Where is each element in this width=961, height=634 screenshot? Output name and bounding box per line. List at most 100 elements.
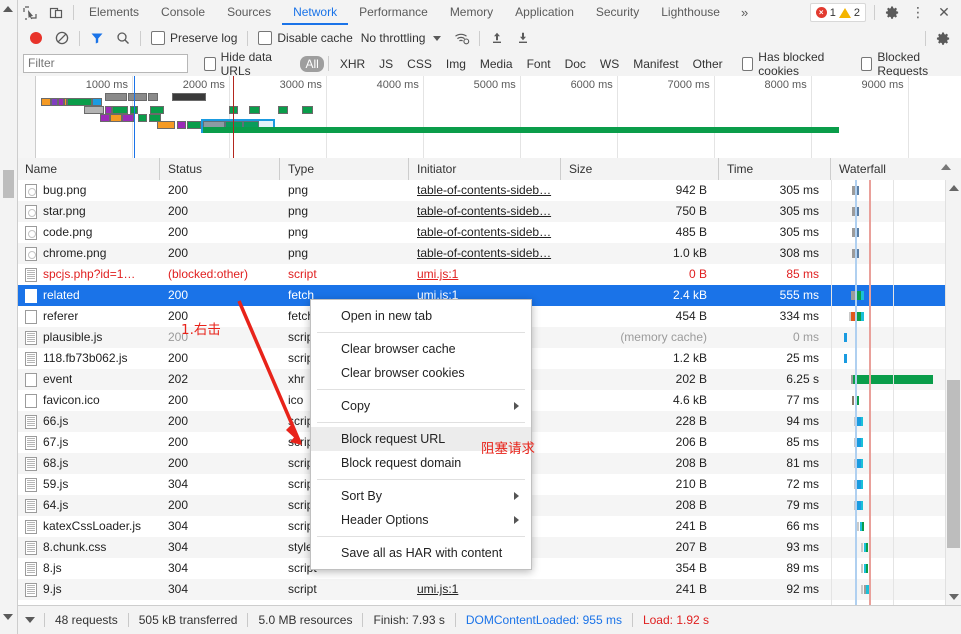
filter-type-other[interactable]: Other — [686, 57, 730, 71]
table-row[interactable]: 9.js 304 script umi.js:1 241 B 92 ms — [17, 579, 961, 600]
tab-performance[interactable]: Performance — [348, 0, 439, 25]
clear-button[interactable] — [49, 26, 75, 50]
initiator-link[interactable]: umi.js:1 — [417, 267, 458, 281]
cell-time: 85 ms — [786, 435, 819, 449]
issues-counter[interactable]: × 1 2 — [809, 3, 866, 22]
kebab-menu-icon[interactable]: ⋮ — [905, 1, 931, 25]
filter-type-all[interactable]: All — [300, 55, 324, 72]
network-overview-timeline[interactable]: 1000 ms 2000 ms 3000 ms 4000 ms 5000 ms 6000 … — [17, 76, 961, 159]
column-header-waterfall[interactable]: Waterfall — [831, 158, 961, 180]
request-context-menu[interactable]: Open in new tab Clear browser cache Clear … — [310, 299, 532, 570]
filter-type-doc[interactable]: Doc — [558, 57, 593, 71]
hide-data-urls-checkbox[interactable]: Hide data URLs — [204, 50, 288, 78]
toolbar-divider-6 — [479, 30, 481, 46]
cell-size: 207 B — [675, 540, 707, 554]
cell-name: 64.js — [17, 495, 160, 516]
search-icon[interactable] — [110, 26, 136, 50]
devtools-tabstrip: Elements Console Sources Network Perform… — [17, 0, 961, 26]
record-button[interactable] — [23, 26, 49, 50]
scrollbar-thumb[interactable] — [947, 380, 960, 548]
column-header-name[interactable]: Name — [17, 158, 160, 180]
export-har-icon[interactable] — [510, 26, 536, 50]
cell-status: 200 — [168, 456, 189, 470]
tab-sources[interactable]: Sources — [216, 0, 282, 25]
context-menu-item[interactable]: Clear browser cookies — [311, 361, 531, 385]
filter-icon[interactable] — [84, 26, 110, 50]
context-menu-item[interactable]: Copy — [311, 394, 531, 418]
network-settings-gear-icon[interactable] — [930, 26, 956, 50]
waterfall-bar — [861, 564, 863, 573]
tab-application[interactable]: Application — [504, 0, 585, 25]
table-row[interactable]: star.png 200 png table-of-contents-sideb… 75… — [17, 201, 961, 222]
hide-data-urls-box — [204, 56, 216, 71]
context-menu-item[interactable]: Open in new tab — [311, 304, 531, 328]
cell-type: png — [288, 204, 309, 218]
filter-type-font[interactable]: Font — [520, 57, 558, 71]
context-menu-item[interactable]: Sort By — [311, 484, 531, 508]
initiator-link[interactable]: table-of-contents-sideb… — [417, 204, 551, 218]
filter-type-xhr[interactable]: XHR — [333, 57, 372, 71]
disable-cache-checkbox[interactable]: Disable cache — [258, 31, 353, 45]
table-row[interactable]: spcjs.php?id=1… (blocked:other) script umi.… — [17, 264, 961, 285]
blocked-requests-checkbox[interactable]: Blocked Requests — [860, 50, 955, 78]
filter-type-media[interactable]: Media — [473, 57, 520, 71]
cell-waterfall — [831, 432, 961, 453]
script-file-icon — [25, 477, 37, 492]
filter-type-css[interactable]: CSS — [400, 57, 439, 71]
tab-network[interactable]: Network — [282, 0, 348, 25]
filter-type-img[interactable]: Img — [439, 57, 473, 71]
gear-icon[interactable] — [879, 1, 905, 25]
cell-time: 305 ms — [779, 183, 819, 197]
left-gutter — [0, 0, 18, 634]
filter-type-manifest[interactable]: Manifest — [626, 57, 685, 71]
initiator-link[interactable]: table-of-contents-sideb… — [417, 246, 551, 260]
cell-size: 4.6 kB — [672, 393, 707, 407]
context-menu-item[interactable]: Save all as HAR with content — [311, 541, 531, 565]
context-menu-item-label: Open in new tab — [341, 309, 433, 323]
context-menu-item[interactable]: Clear browser cache — [311, 337, 531, 361]
initiator-link[interactable]: table-of-contents-sideb… — [417, 225, 551, 239]
column-header-initiator[interactable]: Initiator — [409, 158, 561, 180]
filter-input[interactable] — [23, 54, 188, 73]
tab-elements[interactable]: Elements — [78, 0, 150, 25]
overview-request-bar — [41, 98, 51, 106]
scroll-up-arrow-icon[interactable] — [3, 6, 13, 12]
tab-lighthouse[interactable]: Lighthouse — [650, 0, 731, 25]
preserve-log-checkbox[interactable]: Preserve log — [151, 31, 237, 45]
chevron-down-icon[interactable] — [433, 35, 442, 41]
device-toolbar-icon[interactable] — [43, 1, 69, 25]
import-har-icon[interactable] — [484, 26, 510, 50]
filter-type-ws[interactable]: WS — [593, 57, 626, 71]
table-vertical-scrollbar[interactable] — [945, 180, 961, 605]
scrollbar-up-icon[interactable] — [949, 185, 959, 191]
context-menu-item[interactable]: Header Options — [311, 508, 531, 532]
scrollbar-down-icon[interactable] — [949, 594, 959, 600]
cell-time: 308 ms — [779, 246, 819, 260]
tab-security[interactable]: Security — [585, 0, 650, 25]
console-drawer-toggle-icon[interactable] — [25, 617, 35, 623]
has-blocked-cookies-checkbox[interactable]: Has blocked cookies — [741, 50, 847, 78]
more-tabs-icon[interactable]: » — [731, 5, 758, 20]
tab-console[interactable]: Console — [150, 0, 216, 25]
inspect-element-icon[interactable] — [17, 1, 43, 25]
column-header-size[interactable]: Size — [561, 158, 719, 180]
table-row[interactable]: code.png 200 png table-of-contents-sideb… 48… — [17, 222, 961, 243]
column-header-status[interactable]: Status — [160, 158, 280, 180]
column-header-time[interactable]: Time — [719, 158, 831, 180]
scroll-down-arrow-icon[interactable] — [3, 614, 13, 620]
gutter-scroll-thumb[interactable] — [3, 170, 14, 198]
cell-size: 485 B — [675, 225, 707, 239]
script-file-icon — [25, 456, 37, 471]
request-name: 66.js — [43, 414, 69, 428]
waterfall-bar — [852, 396, 854, 405]
initiator-link[interactable]: table-of-contents-sideb… — [417, 183, 551, 197]
close-icon[interactable]: ✕ — [931, 1, 957, 25]
tab-memory[interactable]: Memory — [439, 0, 504, 25]
initiator-link[interactable]: umi.js:1 — [417, 582, 458, 596]
throttling-select[interactable]: No throttling — [361, 31, 426, 45]
filter-type-js[interactable]: JS — [372, 57, 400, 71]
network-conditions-icon[interactable] — [449, 26, 475, 50]
table-row[interactable]: bug.png 200 png table-of-contents-sideb… 942… — [17, 180, 961, 201]
column-header-type[interactable]: Type — [280, 158, 409, 180]
table-row[interactable]: chrome.png 200 png table-of-contents-sideb…… — [17, 243, 961, 264]
